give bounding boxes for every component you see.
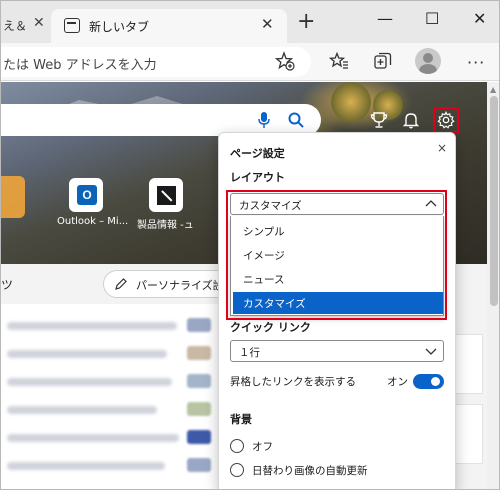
layout-option-label: シンプル xyxy=(243,226,285,238)
layout-heading: レイアウト xyxy=(230,171,285,184)
background-option-label: 日替わり画像の自動更新 xyxy=(252,465,368,477)
feed-thumbnail xyxy=(187,346,211,360)
feed-headline[interactable] xyxy=(7,462,165,470)
window-close-icon[interactable]: ✕ xyxy=(473,9,486,28)
tab-new-tab[interactable]: 新しいタブ ✕ xyxy=(51,9,287,43)
show-promoted-links-state: オン xyxy=(387,376,408,388)
radio-button[interactable] xyxy=(230,463,244,477)
new-tab-plus-icon[interactable]: + xyxy=(297,11,315,33)
feed-thumbnail xyxy=(187,458,211,472)
profile-avatar[interactable] xyxy=(415,48,441,74)
quick-link-outlook-label: Outlook – Mi... xyxy=(57,216,129,227)
background-heading: 背景 xyxy=(230,413,252,426)
feed-headline[interactable] xyxy=(7,434,179,442)
layout-option-custom[interactable]: カスタマイズ xyxy=(233,292,443,314)
show-promoted-links-toggle[interactable] xyxy=(413,374,444,389)
minimize-icon[interactable]: — xyxy=(377,9,393,28)
layout-option-label: イメージ xyxy=(243,250,285,262)
layout-option-label: ニュース xyxy=(243,274,285,286)
quick-link-product-info[interactable] xyxy=(149,178,183,212)
address-bar[interactable]: たは Web アドレスを入力 xyxy=(1,47,311,77)
show-promoted-links-label: 昇格したリンクを表示する xyxy=(230,376,356,388)
layout-option-simple[interactable]: シンプル xyxy=(233,220,443,242)
feed-thumbnail xyxy=(187,318,211,332)
tab-new-tab-title: 新しいタブ xyxy=(89,20,150,34)
notification-bell-icon[interactable] xyxy=(401,110,421,130)
quick-links-select[interactable]: １行 xyxy=(230,340,444,362)
collections-icon[interactable] xyxy=(373,51,393,71)
layout-option-label: カスタマイズ xyxy=(243,298,306,310)
tab-previous-close-icon[interactable]: ✕ xyxy=(33,15,45,31)
chevron-up-icon xyxy=(425,200,437,207)
gear-icon xyxy=(437,111,455,129)
background-option-label: オフ xyxy=(252,441,273,453)
outlook-icon: O xyxy=(77,185,97,205)
more-menu-icon[interactable]: ··· xyxy=(467,53,485,72)
browser-toolbar: たは Web アドレスを入力 ··· xyxy=(1,43,499,81)
browser-window: え＆ ✕ 新しいタブ ✕ + — ☐ ✕ たは Web アドレスを入力 ··· … xyxy=(0,0,500,490)
layout-select-value: カスタマイズ xyxy=(239,200,302,212)
tab-close-icon[interactable]: ✕ xyxy=(261,15,274,33)
personalize-button[interactable]: パーソナライズ設 xyxy=(103,270,233,298)
address-placeholder: たは Web アドレスを入力 xyxy=(3,58,157,73)
page-settings-button[interactable] xyxy=(433,107,459,133)
pencil-icon xyxy=(115,278,127,290)
add-favorite-icon[interactable] xyxy=(275,51,295,71)
scroll-up-icon[interactable]: ▲ xyxy=(490,85,496,94)
favorites-icon[interactable] xyxy=(329,51,349,71)
feed-headline[interactable] xyxy=(7,350,167,358)
microphone-icon[interactable] xyxy=(257,111,271,129)
page-scrollbar[interactable]: ▲ xyxy=(487,82,499,489)
search-icon[interactable] xyxy=(287,111,305,129)
layout-select[interactable]: カスタマイズ xyxy=(230,193,444,215)
panel-title: ページ設定 xyxy=(230,147,285,160)
page-settings-panel: ページ設定 × レイアウト カスタマイズ クイック リンク １行 昇格したリンク… xyxy=(218,132,456,489)
feed-headline[interactable] xyxy=(7,406,157,414)
quick-link-product-info-label: 製品情報 -ュ xyxy=(137,220,194,231)
scrollbar-thumb[interactable] xyxy=(490,96,498,306)
layout-option-image[interactable]: イメージ xyxy=(233,244,443,266)
layout-option-news[interactable]: ニュース xyxy=(233,268,443,290)
chevron-down-icon xyxy=(425,348,437,355)
feed-headline[interactable] xyxy=(7,378,172,386)
background-plant xyxy=(331,82,371,122)
feed-thumbnail xyxy=(187,430,211,444)
panel-close-icon[interactable]: × xyxy=(437,141,447,155)
tab-strip: え＆ ✕ 新しいタブ ✕ + — ☐ ✕ xyxy=(1,1,499,43)
personalize-label: パーソナライズ設 xyxy=(136,279,224,292)
feed-tab-label[interactable]: ツ xyxy=(1,276,13,293)
tab-previous[interactable]: え＆ ✕ xyxy=(1,10,47,40)
quick-link-outlook[interactable]: O xyxy=(69,178,103,212)
rewards-trophy-icon[interactable] xyxy=(369,110,389,130)
quick-links-select-value: １行 xyxy=(239,347,260,359)
layout-dropdown-list: シンプル イメージ ニュース カスタマイズ xyxy=(230,216,444,316)
new-tab-page-icon xyxy=(64,18,80,33)
show-promoted-links-row: 昇格したリンクを表示する オン xyxy=(230,373,448,391)
tab-previous-title: え＆ xyxy=(3,19,28,33)
quick-link-tile[interactable] xyxy=(1,176,25,218)
news-feed-list xyxy=(1,304,221,489)
feed-headline[interactable] xyxy=(7,322,177,330)
maximize-icon[interactable]: ☐ xyxy=(425,9,439,28)
product-info-icon xyxy=(157,186,176,205)
feed-thumbnail xyxy=(187,374,211,388)
background-option-daily[interactable]: 日替わり画像の自動更新 xyxy=(230,462,450,478)
radio-button[interactable] xyxy=(230,439,244,453)
feed-thumbnail xyxy=(187,402,211,416)
quick-links-heading: クイック リンク xyxy=(230,321,311,334)
background-option-off[interactable]: オフ xyxy=(230,438,450,454)
